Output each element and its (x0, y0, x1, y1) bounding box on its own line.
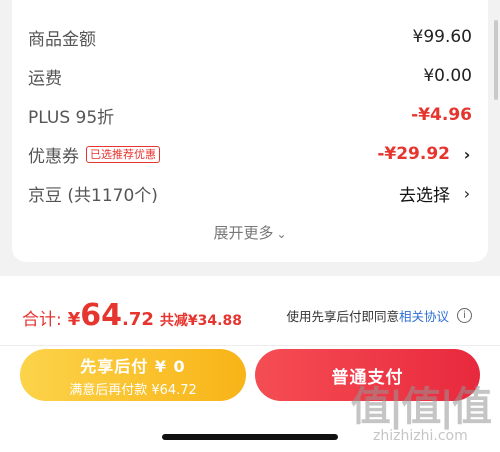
jd-beans-select: 去选择 (399, 185, 450, 206)
chevron-right-icon: › (463, 183, 471, 203)
coupon-badge: 已选推荐优惠 (86, 145, 160, 163)
shipping-label: 运费 (28, 68, 62, 89)
pay-later-subtitle: 满意后再付款 ¥64.72 (69, 382, 197, 398)
watermark: 值|值|值 zhizhizhi.com (350, 384, 492, 444)
coupon-value: -¥29.92 (377, 144, 450, 164)
total-saved: 共减¥34.88 (159, 313, 242, 329)
chevron-down-icon: ⌄ (276, 227, 287, 241)
divider (0, 345, 500, 346)
total-price: 合计: ¥ 64 .72 共减¥34.88 (22, 298, 242, 333)
scrollbar[interactable] (494, 20, 498, 100)
pay-later-button[interactable]: 先享后付 ¥ 0 满意后再付款 ¥64.72 (20, 349, 246, 401)
goods-amount-label: 商品金额 (28, 29, 96, 50)
chevron-right-icon: › (463, 144, 471, 164)
row-jd-beans[interactable]: 京豆 (共1170个) 去选择 › (28, 178, 472, 208)
expand-more-button[interactable]: 展开更多 ⌄ (12, 222, 488, 243)
goods-amount-value: ¥99.60 (412, 27, 472, 47)
row-coupon[interactable]: 优惠券 已选推荐优惠 -¥29.92 › (28, 139, 472, 169)
total-label: 合计: (22, 310, 62, 330)
plus-discount-value: -¥4.96 (411, 105, 472, 125)
info-icon[interactable]: i (457, 308, 472, 323)
watermark-url: zhizhizhi.com (373, 428, 468, 444)
watermark-logo: 值|值|值 (350, 384, 492, 430)
coupon-label: 优惠券 (28, 146, 79, 167)
agreement-prefix: 使用先享后付即同意 (286, 309, 399, 324)
row-plus-discount: PLUS 95折 -¥4.96 (28, 100, 472, 130)
total-currency: ¥ (67, 309, 81, 330)
total-integer: 64 (80, 298, 123, 333)
row-goods-amount: 商品金额 ¥99.60 (28, 22, 472, 52)
jd-beans-label: 京豆 (共1170个) (28, 185, 158, 206)
row-shipping: 运费 ¥0.00 (28, 61, 472, 91)
home-indicator[interactable] (162, 434, 338, 440)
total-decimal: .72 (122, 309, 154, 330)
pay-later-title: 先享后付 ¥ 0 (80, 356, 186, 376)
order-summary-card: 商品金额 ¥99.60 运费 ¥0.00 PLUS 95折 -¥4.96 优惠券… (12, 0, 488, 262)
coupon-value-group[interactable]: -¥29.92 › (377, 144, 472, 164)
coupon-label-group: 优惠券 已选推荐优惠 (28, 142, 160, 167)
plus-discount-label: PLUS 95折 (28, 107, 115, 128)
agreement-link[interactable]: 相关协议 (399, 306, 449, 325)
agreement-text: 使用先享后付即同意 相关协议 i (286, 306, 472, 325)
shipping-value: ¥0.00 (423, 66, 472, 86)
jd-beans-select-group[interactable]: 去选择 › (399, 181, 472, 206)
expand-more-label: 展开更多 (213, 224, 274, 242)
